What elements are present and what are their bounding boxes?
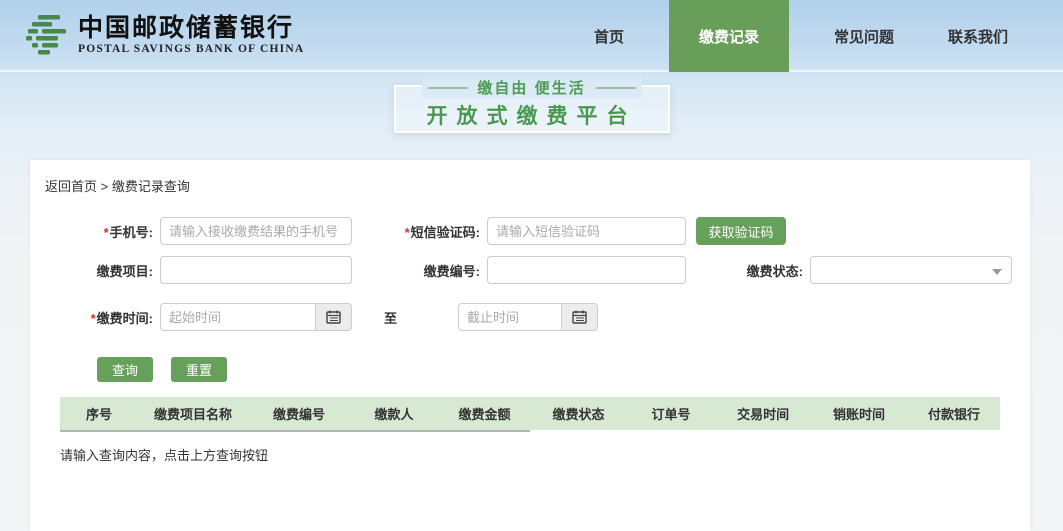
end-time-input[interactable] — [458, 303, 561, 331]
start-time-calendar-button[interactable] — [315, 303, 352, 331]
col-order-number: 订单号 — [626, 404, 716, 423]
bank-name-en: POSTAL SAVINGS BANK OF CHINA — [78, 43, 304, 55]
nav-contact[interactable]: 联系我们 — [921, 0, 1035, 72]
payment-number-input[interactable] — [487, 256, 686, 284]
hero-banner: 缴自由 便生活 开放式缴费平台 — [0, 72, 1063, 160]
banner-slogan: 缴自由 便生活 — [421, 77, 641, 98]
bank-name-cn: 中国邮政储蓄银行 — [78, 15, 304, 43]
end-time-calendar-button[interactable] — [561, 303, 598, 331]
content-card: 返回首页 > 缴费记录查询 *手机号: *短信验证码: 获取验证码 缴费项目: … — [30, 160, 1030, 531]
col-status: 缴费状态 — [531, 404, 626, 423]
slogan-dash-right — [596, 87, 636, 89]
nav-payment-records[interactable]: 缴费记录 — [669, 0, 789, 72]
payment-status-label: 缴费状态: — [686, 261, 810, 280]
query-form: *手机号: *短信验证码: 获取验证码 缴费项目: 缴费编号: 缴费状态: *缴… — [30, 217, 1030, 331]
col-amount: 缴费金额 — [438, 404, 531, 423]
slogan-dash-left — [427, 87, 467, 89]
col-payment-number: 缴费编号 — [248, 404, 350, 423]
phone-input[interactable] — [160, 217, 352, 245]
time-range-to-label: 至 — [384, 308, 397, 327]
table-hscrollbar[interactable] — [60, 430, 530, 432]
sms-code-label: *短信验证码: — [352, 222, 487, 241]
calendar-icon — [572, 310, 587, 324]
required-mark: * — [405, 225, 410, 240]
chevron-down-icon — [992, 269, 1002, 275]
sms-code-input[interactable] — [487, 217, 686, 245]
query-button[interactable]: 查询 — [97, 357, 153, 382]
form-actions: 查询 重置 — [97, 357, 1030, 382]
banner-box: 缴自由 便生活 开放式缴费平台 — [394, 85, 670, 133]
phone-label: *手机号: — [30, 222, 160, 241]
project-label: 缴费项目: — [30, 261, 160, 280]
col-paying-bank: 付款银行 — [908, 404, 1000, 423]
col-index: 序号 — [60, 404, 138, 423]
start-time-input[interactable] — [160, 303, 315, 331]
main-nav: 首页 缴费记录 常见问题 联系我们 — [567, 0, 1035, 72]
col-writeoff-time: 销账时间 — [810, 404, 908, 423]
results-table: 序号 缴费项目名称 缴费编号 缴款人 缴费金额 缴费状态 订单号 交易时间 销账… — [60, 397, 1000, 432]
table-header-row: 序号 缴费项目名称 缴费编号 缴款人 缴费金额 缴费状态 订单号 交易时间 销账… — [60, 397, 1000, 430]
nav-faq[interactable]: 常见问题 — [807, 0, 921, 72]
reset-button[interactable]: 重置 — [171, 357, 227, 382]
payment-status-select[interactable] — [810, 256, 1012, 284]
payment-number-label: 缴费编号: — [352, 261, 487, 280]
payment-time-label: *缴费时间: — [30, 308, 160, 327]
nav-home[interactable]: 首页 — [567, 0, 651, 72]
slogan-text: 缴自由 便生活 — [467, 77, 595, 98]
calendar-icon — [326, 310, 341, 324]
breadcrumb[interactable]: 返回首页 > 缴费记录查询 — [30, 160, 1030, 195]
get-sms-code-button[interactable]: 获取验证码 — [696, 217, 786, 245]
col-transaction-time: 交易时间 — [716, 404, 810, 423]
col-project-name: 缴费项目名称 — [138, 404, 248, 423]
site-header: 中国邮政储蓄银行 POSTAL SAVINGS BANK OF CHINA 首页… — [0, 0, 1063, 72]
platform-title: 开放式缴费平台 — [396, 100, 668, 130]
required-mark: * — [91, 311, 96, 326]
col-payer: 缴款人 — [350, 404, 438, 423]
required-mark: * — [104, 225, 109, 240]
empty-table-message: 请输入查询内容，点击上方查询按钮 — [60, 445, 1030, 464]
psbc-logo-icon — [24, 13, 70, 57]
project-input[interactable] — [160, 256, 352, 284]
bank-logo[interactable]: 中国邮政储蓄银行 POSTAL SAVINGS BANK OF CHINA — [24, 13, 304, 57]
